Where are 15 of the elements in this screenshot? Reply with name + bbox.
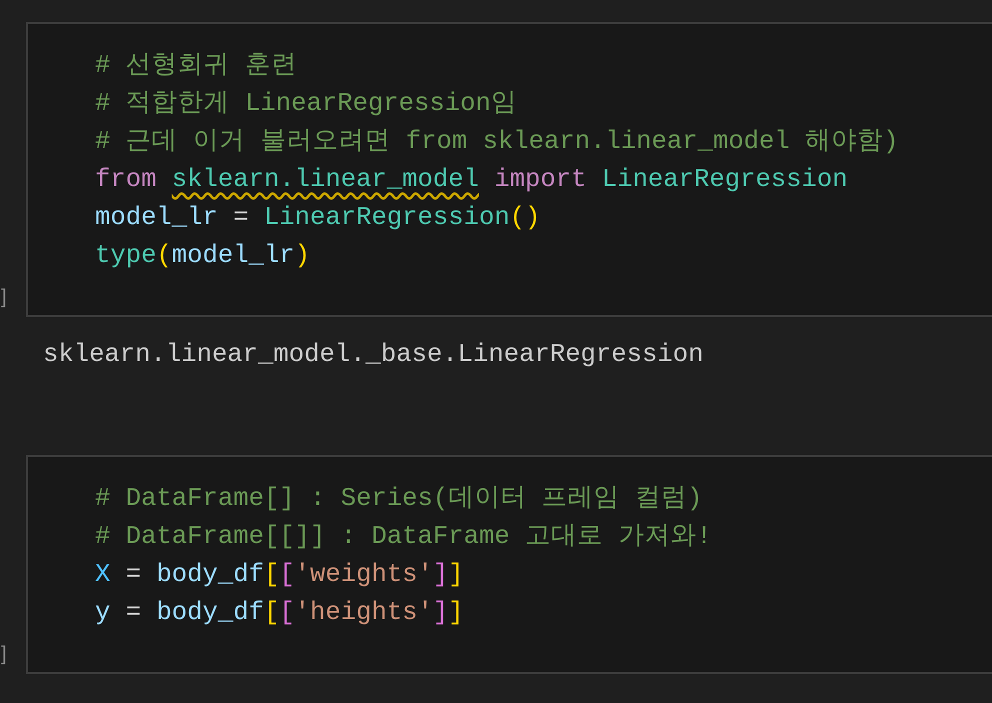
code-line: # 근데 이거 불러오려면 from sklearn.linear_model 해야함) xyxy=(95,126,898,158)
cell-output: sklearn.linear_model._base.LinearRegression xyxy=(43,339,704,371)
code-line: # DataFrame[[]] : DataFrame 고대로 가져와! xyxy=(95,521,712,553)
code-line: X = body_df[['weights']] xyxy=(95,559,464,591)
code-line: # 선형회귀 훈련 xyxy=(95,50,298,82)
code-cell[interactable]: # 선형회귀 훈련 # 적합한게 LinearRegression임 # 근데 이거 불러오려면 from sklearn.linear_model 해야함) from sklearn.linear_model import LinearRegression model_lr = LinearRegression() type(model_lr) xyxy=(26,22,992,317)
execution-count: ] xyxy=(1,285,7,309)
code-cell[interactable]: # DataFrame[] : Series(데이터 프레임 컬럼) # DataFrame[[]] : DataFrame 고대로 가져와! X = body_df[['weights']] y = body_df[['heights']] xyxy=(26,455,992,674)
code-line: from sklearn.linear_model import LinearRegression xyxy=(95,164,848,196)
code-line: type(model_lr) xyxy=(95,240,310,272)
code-line: # DataFrame[] : Series(데이터 프레임 컬럼) xyxy=(95,483,702,515)
code-line: y = body_df[['heights']] xyxy=(95,597,464,629)
code-line: # 적합한게 LinearRegression임 xyxy=(95,88,517,120)
code-line: model_lr = LinearRegression() xyxy=(95,202,540,234)
execution-count: ] xyxy=(1,642,7,666)
